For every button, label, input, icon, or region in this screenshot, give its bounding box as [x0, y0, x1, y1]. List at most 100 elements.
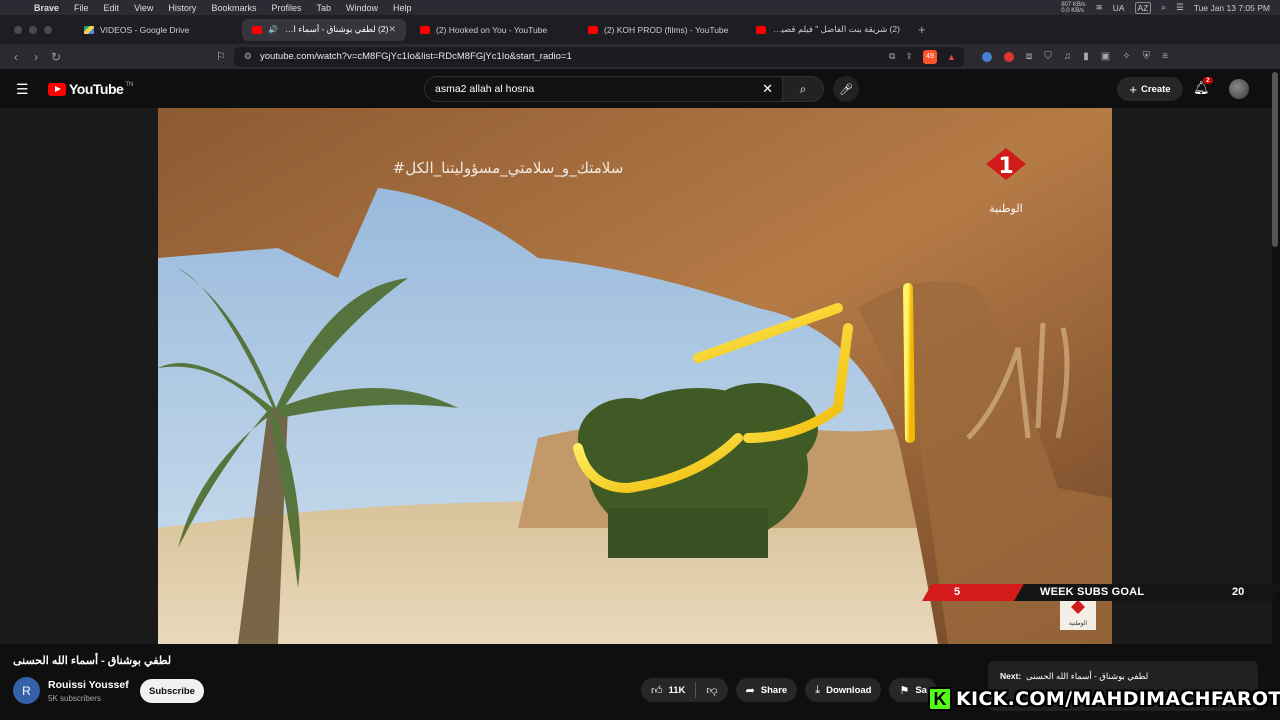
share-arrow-icon: ➦ [745, 684, 755, 697]
datetime[interactable]: Tue Jan 13 7:05 PM [1194, 3, 1270, 13]
youtube-icon [252, 25, 262, 34]
reload-button[interactable]: ↻ [46, 50, 66, 64]
brave-shield-icon[interactable]: 49 [922, 49, 937, 64]
control-center-icon[interactable]: ☰ [1176, 2, 1184, 13]
video-player-area[interactable]: #سلامتك_و_سلامتي_مسؤوليتنا_الكل 1 الوطني… [0, 108, 1280, 644]
subs-goal-overlay: 5 WEEK SUBS GOAL 20 [922, 584, 1280, 601]
notifications-button[interactable]: 🔔︎ 2 [1193, 77, 1213, 96]
download-button[interactable]: ⤓ Download [805, 678, 882, 702]
like-button[interactable]: 👍︎ 11K [641, 678, 695, 702]
sidebar-icon[interactable]: ▮ [1083, 51, 1089, 62]
back-button[interactable]: ‹ [6, 50, 26, 64]
search-icon[interactable]: ⌕ [1161, 2, 1166, 13]
youtube-icon [588, 25, 598, 34]
keyboard-layout[interactable]: AZ [1134, 1, 1152, 14]
wifi-icon[interactable]: ≋ [1096, 2, 1103, 13]
voice-search-button[interactable]: 🎤︎ [833, 76, 859, 102]
forward-button[interactable]: › [26, 50, 46, 64]
menu-history[interactable]: History [168, 3, 196, 13]
open-external-icon[interactable]: ⧉ [889, 51, 895, 62]
subscribe-button[interactable]: Subscribe [140, 679, 204, 703]
channel-name[interactable]: Rouissi Youssef [48, 679, 129, 691]
address-toolbar: ‹ › ↻ ⚐ ⚙ youtube.com/watch?v=cM8FGjYc1I… [0, 44, 1280, 70]
extension-blue-icon[interactable] [981, 51, 992, 62]
bookmark-icon[interactable]: ⚐ [216, 50, 226, 63]
microphone-icon: 🎤︎ [839, 83, 853, 96]
status-area: 807 KB/s 0.0 KB/s ≋ UA AZ ⌕ ☰ Tue Jan 13… [1061, 0, 1270, 15]
close-window-button[interactable] [14, 25, 22, 34]
tab-koh-prod[interactable]: (2) KOH PROD (films) - YouTube [578, 19, 742, 41]
video-actions: 👍︎ 11K 👎︎ ➦ Share ⤓ Download ⚑ Sa [641, 678, 937, 702]
menu-icon[interactable]: ≡ [1162, 51, 1168, 62]
tab-google-drive[interactable]: VIDEOS - Google Drive [74, 19, 238, 41]
tab-hooked-on-you[interactable]: (2) Hooked on You - YouTube [410, 19, 574, 41]
menu-bookmarks[interactable]: Bookmarks [211, 3, 256, 13]
tab-short-film[interactable]: (2) شريقة بنت الفاضل " فيلم قصير تو... [746, 19, 910, 41]
extension-red-icon[interactable] [1003, 51, 1014, 62]
tab-active-video[interactable]: 🔊 (2) لطفي بوشناق - أسماء الله الحسنى ✕ [242, 18, 406, 41]
video-info: لطفي بوشناق - أسماء الله الحسنى R Rouiss… [0, 644, 1280, 720]
site-settings-icon[interactable]: ⚙ [244, 51, 252, 62]
dislike-button[interactable]: 👎︎ [696, 678, 727, 702]
menu-brave[interactable]: Brave [34, 3, 59, 13]
youtube-icon [420, 25, 430, 34]
music-icon[interactable]: ♫ [1064, 51, 1072, 62]
create-button[interactable]: + Create [1117, 77, 1183, 101]
youtube-header: ☰ YouTube TN asma2 allah al hosna ✕ ⌕ 🎤︎… [0, 70, 1280, 108]
new-tab-button[interactable]: + [918, 22, 926, 37]
zoom-window-button[interactable] [44, 25, 52, 34]
google-drive-icon [84, 25, 94, 34]
net-stats: 807 KB/s 0.0 KB/s [1061, 1, 1086, 14]
video-frame[interactable]: #سلامتك_و_سلامتي_مسؤوليتنا_الكل 1 الوطني… [158, 108, 1112, 644]
svg-text:الوطنية: الوطنية [989, 202, 1022, 215]
menu-window[interactable]: Window [346, 3, 378, 13]
wallet-icon[interactable]: ▣ [1101, 51, 1110, 62]
menu-help[interactable]: Help [393, 3, 412, 13]
youtube-logo[interactable]: YouTube TN [48, 81, 133, 97]
brave-rewards-icon[interactable]: ▲ [947, 52, 956, 62]
macos-menubar: Brave File Edit View History Bookmarks P… [0, 0, 1280, 15]
search-icon: ⌕ [799, 81, 807, 96]
minimize-window-button[interactable] [29, 25, 37, 34]
leo-icon[interactable]: ✧ [1122, 51, 1130, 62]
channel-avatar[interactable]: R [13, 677, 40, 704]
svg-text:الوطنية: الوطنية [1069, 620, 1088, 627]
up-next-title: لطفي بوشناق - أسماء الله الحسنى [1026, 671, 1149, 681]
video-scene: #سلامتك_و_سلامتي_مسؤوليتنا_الكل 1 الوطني… [158, 108, 1112, 644]
url-text: youtube.com/watch?v=cM8FGjYc1Io&list=RDc… [259, 51, 572, 62]
speaker-icon[interactable]: 🔊 [268, 25, 278, 34]
channel-subscribers: 5K subscribers [48, 694, 101, 703]
url-field[interactable]: ⚙ youtube.com/watch?v=cM8FGjYc1Io&list=R… [233, 46, 964, 67]
hamburger-menu-icon[interactable]: ☰ [16, 81, 36, 98]
extensions-area: ⧈ ⛉ ♫ ▮ ▣ ✧ ⛨ ≡ [981, 51, 1168, 62]
goal-target: 20 [1232, 586, 1245, 598]
plus-icon: + [1129, 81, 1137, 97]
goal-red-bar [922, 584, 1028, 601]
page-scrollbar[interactable] [1272, 72, 1278, 247]
svg-text:1: 1 [998, 154, 1013, 179]
notification-badge: 2 [1203, 77, 1213, 84]
input-lang[interactable]: UA [1113, 3, 1125, 13]
menu-view[interactable]: View [134, 3, 153, 13]
account-avatar[interactable] [1229, 79, 1249, 99]
thumbs-down-icon: 👎︎ [706, 684, 718, 697]
menu-profiles[interactable]: Profiles [271, 3, 301, 13]
menu-tab[interactable]: Tab [316, 3, 331, 13]
up-next-label: Next: [1000, 671, 1022, 681]
menu-edit[interactable]: Edit [104, 3, 120, 13]
share-icon[interactable]: ⇪ [905, 51, 913, 62]
goal-title: WEEK SUBS GOAL [1040, 586, 1145, 598]
like-dislike-group: 👍︎ 11K 👎︎ [641, 678, 728, 702]
shield-icon[interactable]: ⛨ [1143, 51, 1151, 62]
clear-search-icon[interactable]: ✕ [762, 81, 773, 97]
goal-current: 5 [954, 586, 961, 598]
search-input[interactable]: asma2 allah al hosna ✕ [424, 76, 784, 102]
vpn-icon[interactable]: ⛉ [1044, 51, 1052, 62]
search-button[interactable]: ⌕ [782, 76, 824, 102]
thumbs-up-icon: 👍︎ [651, 684, 663, 697]
close-tab-icon[interactable]: ✕ [388, 24, 396, 35]
share-button[interactable]: ➦ Share [735, 678, 798, 702]
menu-file[interactable]: File [74, 3, 89, 13]
extensions-icon[interactable]: ⧈ [1026, 51, 1032, 62]
youtube-play-icon [48, 82, 66, 96]
